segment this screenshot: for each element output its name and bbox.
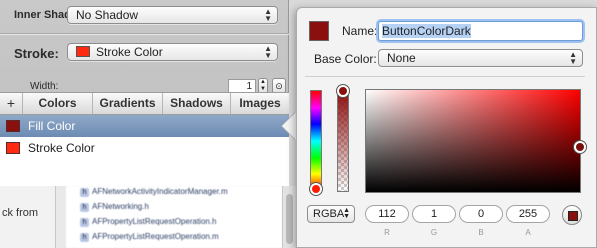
inner-shadow-popup[interactable]: No Shadow ▲ ▼ (67, 6, 278, 24)
color-name: Stroke Color (28, 141, 95, 155)
file-item[interactable]: AFPropertyListRequestOperation.h (80, 217, 217, 227)
file-item[interactable]: AFPropertyListRequestOperation.m (80, 232, 219, 242)
alpha-slider-knob[interactable] (337, 85, 349, 97)
stroke-color-value: Stroke Color (96, 45, 163, 59)
popup-arrows-icon: ▲ ▼ (264, 44, 272, 60)
alpha-field[interactable]: 255 (506, 205, 550, 223)
tab-images[interactable]: Images (231, 93, 289, 114)
color-editor-popover: Name: ButtonColorDark Base Color: None ▲… (296, 7, 597, 248)
color-list-item-stroke[interactable]: Stroke Color (0, 137, 289, 159)
base-color-value: None (387, 51, 416, 65)
scrollbar-thumb[interactable] (286, 194, 293, 244)
file-item[interactable]: AFNetworking.h (80, 202, 149, 212)
color-name-text: ButtonColorDark (382, 24, 471, 38)
stroke-color-popup[interactable]: Stroke Color ▲ ▼ (67, 43, 278, 61)
hue-slider-knob[interactable] (310, 183, 322, 195)
popup-arrows-icon: ▲ ▼ (569, 50, 577, 66)
green-field[interactable]: 1 (412, 205, 456, 223)
color-name: Fill Color (28, 119, 76, 133)
color-list: Fill Color Stroke Color (0, 115, 289, 186)
color-swatch (6, 142, 20, 154)
inner-shadow-value: No Shadow (76, 8, 139, 22)
stroke-label: Stroke: (14, 46, 59, 61)
background-file-navigator: ck from AFNetworkActivityIndicatorManage… (0, 186, 296, 248)
popover-arrow (282, 112, 296, 140)
color-swatch (6, 120, 20, 132)
green-label: G (430, 228, 438, 237)
file-item[interactable]: AFNetworkActivityIndicatorManager.m (80, 187, 228, 197)
add-color-button[interactable]: + (0, 93, 23, 114)
color-list-item-fill[interactable]: Fill Color (0, 115, 289, 137)
red-label: R (384, 228, 390, 237)
attributes-inspector: Inner Shadow: No Shadow ▲ ▼ Stroke: Strok… (0, 0, 289, 186)
alpha-slider[interactable] (337, 90, 349, 192)
hue-slider[interactable] (310, 90, 322, 192)
name-label: Name: (342, 24, 378, 38)
base-color-label: Base Color: (314, 52, 377, 66)
tab-shadows[interactable]: Shadows (163, 93, 231, 114)
background-file-list: AFNetworkActivityIndicatorManager.m AFNe… (66, 186, 282, 248)
current-color-swatch (309, 21, 329, 41)
base-color-popup[interactable]: None ▲ ▼ (378, 49, 583, 67)
popup-arrows-icon: ▲ ▼ (264, 7, 272, 23)
color-mode-popup[interactable]: RGBA ▲ ▼ (307, 205, 355, 223)
color-square-knob[interactable] (574, 141, 586, 153)
alpha-label: A (525, 228, 531, 237)
width-label: Width: (30, 81, 59, 92)
color-name-input[interactable]: ButtonColorDark (378, 21, 583, 41)
divider (305, 76, 585, 77)
tab-colors[interactable]: Colors (23, 93, 93, 114)
background-editor-gutter: ck from (0, 186, 56, 248)
eyedropper-icon[interactable] (562, 205, 582, 225)
tab-gradients[interactable]: Gradients (93, 93, 163, 114)
blue-field[interactable]: 0 (459, 205, 503, 223)
background-text-fragment: ck from (2, 207, 39, 219)
saturation-brightness-square[interactable] (365, 89, 581, 193)
color-mode-value: RGBA (313, 208, 345, 220)
divider (0, 33, 289, 34)
popup-arrows-icon: ▲ ▼ (343, 207, 350, 220)
blue-label: B (478, 228, 484, 237)
stroke-color-swatch (76, 46, 90, 57)
red-field[interactable]: 112 (365, 205, 409, 223)
file-list-scrollbar[interactable] (282, 186, 296, 248)
color-panel-tabs: + Colors Gradients Shadows Images (0, 92, 289, 115)
